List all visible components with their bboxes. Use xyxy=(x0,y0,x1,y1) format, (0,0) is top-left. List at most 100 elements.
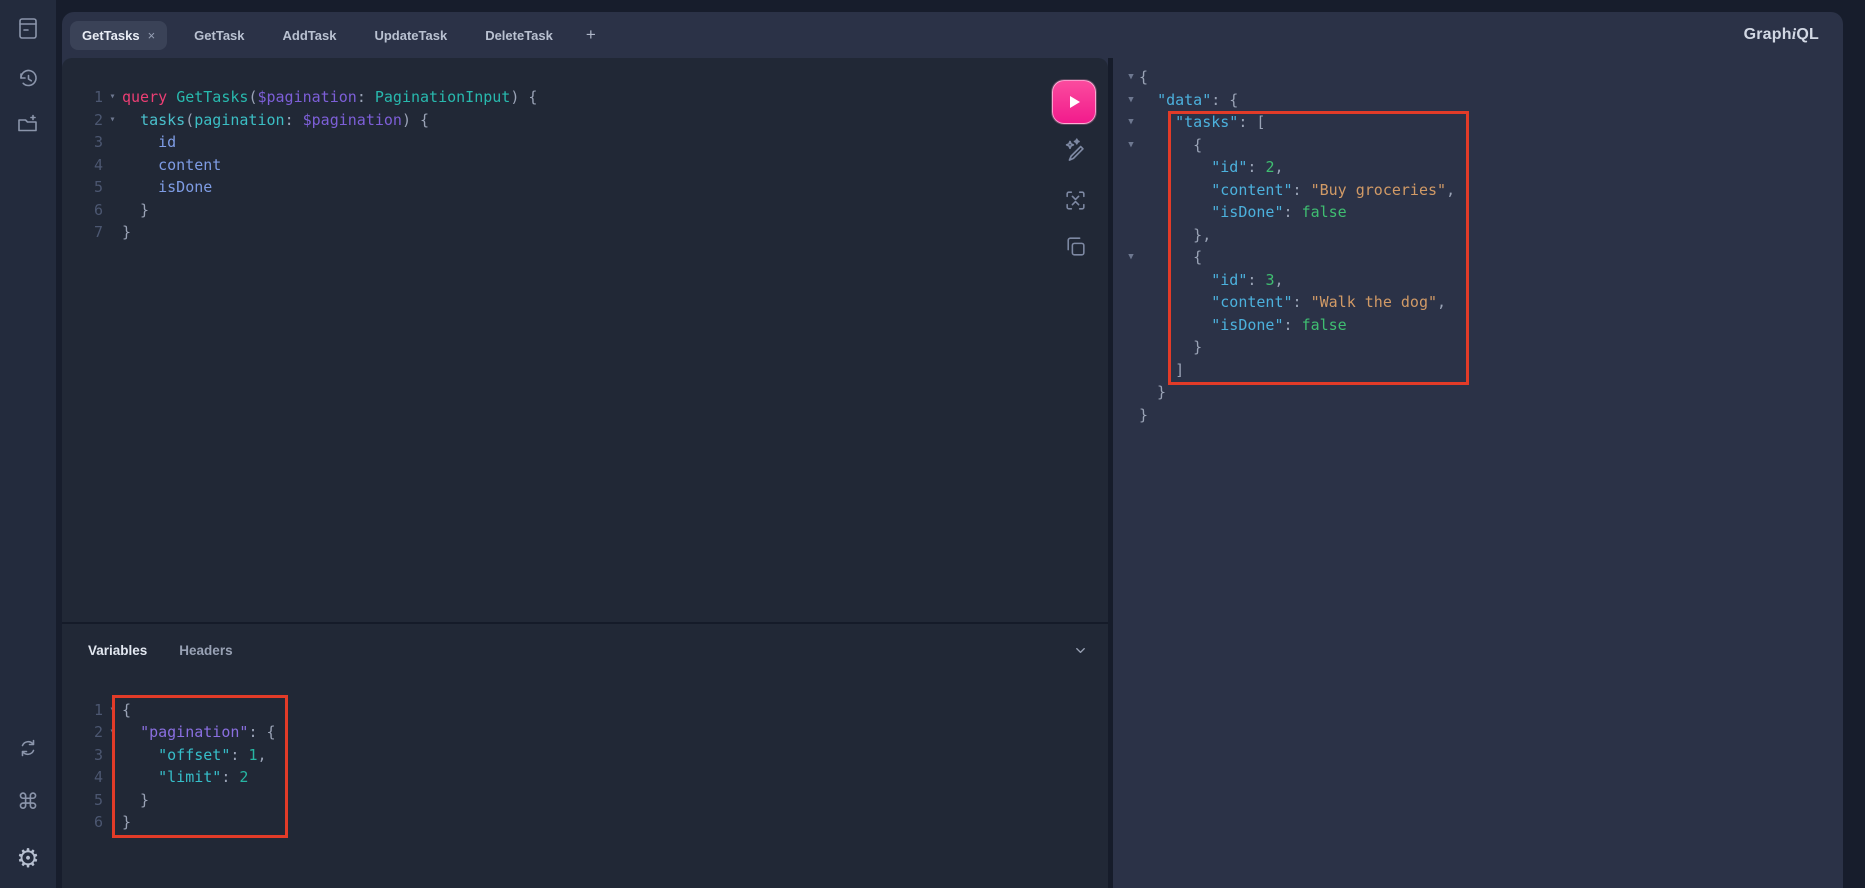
code-line: 7} xyxy=(62,221,962,244)
fold-arrow-icon[interactable]: ▼ xyxy=(1123,111,1139,134)
fold-gutter xyxy=(103,789,122,811)
line-number: 6 xyxy=(62,811,103,833)
fold-gutter xyxy=(1123,314,1139,337)
code-line: 1▾query GetTasks($pagination: Pagination… xyxy=(62,86,962,109)
line-number: 1 xyxy=(62,86,103,109)
code-text: "content": "Walk the dog", xyxy=(1139,291,1446,314)
code-line: 4 content xyxy=(62,154,962,177)
collapse-tools-chevron-icon[interactable] xyxy=(1073,643,1088,663)
code-text: id xyxy=(122,131,176,154)
code-line: "isDone": false xyxy=(1123,201,1841,224)
fold-gutter xyxy=(1123,291,1139,314)
tab-label: GetTasks xyxy=(82,28,140,43)
fold-gutter xyxy=(103,176,122,199)
fold-arrow-icon[interactable]: ▾ xyxy=(103,109,122,132)
line-number: 3 xyxy=(62,744,103,766)
copy-query-icon[interactable] xyxy=(1063,234,1088,264)
tab-variables[interactable]: Variables xyxy=(88,643,147,658)
history-icon[interactable] xyxy=(11,61,45,95)
fold-gutter xyxy=(1123,156,1139,179)
code-line: "id": 3, xyxy=(1123,269,1841,292)
execute-play-button[interactable] xyxy=(1052,80,1096,124)
fold-gutter xyxy=(1123,359,1139,382)
code-text: "limit": 2 xyxy=(122,766,248,788)
code-line: 2▾ "pagination": { xyxy=(62,721,762,743)
close-tab-icon[interactable]: × xyxy=(148,28,156,43)
fold-gutter xyxy=(1123,179,1139,202)
code-text: } xyxy=(122,811,131,833)
explorer-folder-icon[interactable] xyxy=(11,107,45,141)
line-number: 4 xyxy=(62,154,103,177)
code-text: isDone xyxy=(122,176,212,199)
fold-arrow-icon[interactable]: ▾ xyxy=(103,699,122,721)
code-text: query GetTasks($pagination: PaginationIn… xyxy=(122,86,537,109)
tab-updatetask[interactable]: UpdateTask xyxy=(374,28,447,43)
query-editor[interactable]: 1▾query GetTasks($pagination: Pagination… xyxy=(62,58,962,244)
code-line: 3 id xyxy=(62,131,962,154)
code-line: ] xyxy=(1123,359,1841,382)
fold-arrow-icon[interactable]: ▼ xyxy=(1123,134,1139,157)
line-number: 3 xyxy=(62,131,103,154)
code-line: }, xyxy=(1123,224,1841,247)
code-text: "pagination": { xyxy=(122,721,276,743)
code-text: "id": 3, xyxy=(1139,269,1284,292)
code-line: ▼ "tasks": [ xyxy=(1123,111,1841,134)
code-text: } xyxy=(1139,381,1166,404)
fold-arrow-icon[interactable]: ▼ xyxy=(1123,246,1139,269)
tab-headers[interactable]: Headers xyxy=(179,643,232,658)
code-text: } xyxy=(122,199,149,222)
line-number: 2 xyxy=(62,109,103,132)
code-text: "offset": 1, xyxy=(122,744,267,766)
code-text: "isDone": false xyxy=(1139,314,1347,337)
docs-icon[interactable] xyxy=(11,11,45,45)
graphiql-app: { "logo": { "part1": "Graph", "part2": "… xyxy=(0,0,1865,888)
fold-gutter xyxy=(103,221,122,244)
refetch-schema-icon[interactable] xyxy=(11,731,45,765)
code-text: "content": "Buy groceries", xyxy=(1139,179,1455,202)
code-text: ] xyxy=(1139,359,1184,382)
fold-gutter xyxy=(1123,404,1139,427)
code-text: { xyxy=(1139,134,1202,157)
keyboard-shortcuts-icon[interactable]: ⌘ xyxy=(11,785,45,819)
fold-gutter xyxy=(103,744,122,766)
line-number: 2 xyxy=(62,721,103,743)
line-number: 1 xyxy=(62,699,103,721)
response-viewer: ▼{▼ "data": {▼ "tasks": [▼ { "id": 2, "c… xyxy=(1113,58,1841,426)
code-text: content xyxy=(122,154,221,177)
tab-gettask[interactable]: GetTask xyxy=(194,28,244,43)
fold-arrow-icon[interactable]: ▾ xyxy=(103,721,122,743)
code-line: 6} xyxy=(62,811,762,833)
line-number: 5 xyxy=(62,176,103,199)
play-icon xyxy=(1065,93,1083,111)
code-text: tasks(pagination: $pagination) { xyxy=(122,109,429,132)
code-line: "id": 2, xyxy=(1123,156,1841,179)
tab-addtask[interactable]: AddTask xyxy=(283,28,337,43)
add-tab-button[interactable]: + xyxy=(586,25,596,45)
code-line: "content": "Buy groceries", xyxy=(1123,179,1841,202)
fold-arrow-icon[interactable]: ▾ xyxy=(103,86,122,109)
fold-arrow-icon[interactable]: ▼ xyxy=(1123,66,1139,89)
tab-deletetask[interactable]: DeleteTask xyxy=(485,28,553,43)
code-line: 6 } xyxy=(62,199,962,222)
fold-arrow-icon[interactable]: ▼ xyxy=(1123,89,1139,112)
prettify-icon[interactable] xyxy=(1061,137,1088,169)
code-text: "data": { xyxy=(1139,89,1238,112)
variables-editor[interactable]: 1▾{2▾ "pagination": {3 "offset": 1,4 "li… xyxy=(62,699,762,833)
code-text: { xyxy=(1139,66,1148,89)
code-line: ▼ "data": { xyxy=(1123,89,1841,112)
code-line: ▼{ xyxy=(1123,66,1841,89)
line-number: 5 xyxy=(62,789,103,811)
line-number: 4 xyxy=(62,766,103,788)
left-sidebar: ⌘ ⚙ xyxy=(0,0,56,888)
merge-fragments-icon[interactable] xyxy=(1063,188,1088,218)
code-line: 2▾ tasks(pagination: $pagination) { xyxy=(62,109,962,132)
editor-tools-header: Variables Headers xyxy=(62,624,1108,676)
tab-gettasks[interactable]: GetTasks × xyxy=(70,21,167,50)
settings-gear-icon[interactable]: ⚙ xyxy=(11,841,45,875)
code-line: } xyxy=(1123,336,1841,359)
fold-gutter xyxy=(1123,381,1139,404)
code-text: { xyxy=(1139,246,1202,269)
code-line: } xyxy=(1123,404,1841,427)
code-text: "id": 2, xyxy=(1139,156,1284,179)
code-line: "isDone": false xyxy=(1123,314,1841,337)
